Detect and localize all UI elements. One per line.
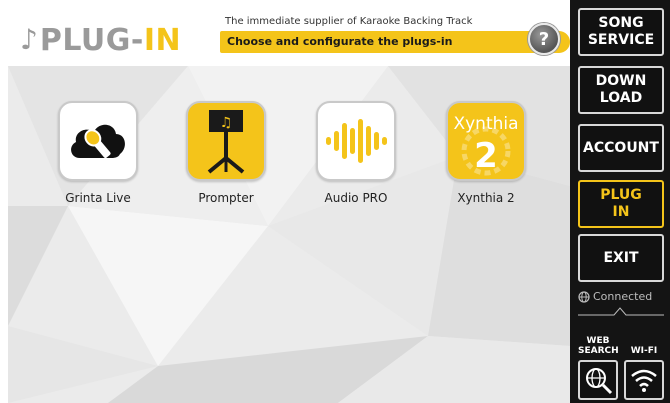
plugin-grid-area: Grinta Live ♫ Prompter Audio PRO Xynthia… bbox=[8, 66, 570, 403]
song-service-button[interactable]: SONG SERVICE bbox=[578, 8, 664, 56]
account-label: ACCOUNT bbox=[583, 139, 659, 156]
account-button[interactable]: ACCOUNT bbox=[578, 124, 664, 172]
wifi-label: WI-FI bbox=[630, 346, 658, 356]
app-window: ♪ PLUG- IN The immediate supplier of Kar… bbox=[0, 0, 670, 403]
plugin-icon-frame bbox=[58, 101, 138, 181]
plugin-icon-frame: ♫ bbox=[186, 101, 266, 181]
tagline: The immediate supplier of Karaoke Backin… bbox=[225, 16, 473, 27]
exit-button[interactable]: EXIT bbox=[578, 234, 664, 282]
web-search-label: WEB SEARCH bbox=[578, 336, 619, 356]
plugin-label: Grinta Live bbox=[65, 191, 131, 205]
plug-in-logo: ♪ PLUG- IN bbox=[20, 20, 181, 60]
logo-note-icon: ♪ bbox=[20, 22, 38, 56]
wifi-button[interactable] bbox=[624, 360, 664, 400]
plugin-label: Prompter bbox=[198, 191, 254, 205]
plug-in-label: PLUG IN bbox=[600, 187, 642, 220]
logo-text-plug: PLUG- bbox=[39, 22, 144, 58]
web-search-icon bbox=[586, 368, 613, 395]
audio-waveform-icon bbox=[326, 119, 387, 163]
plugin-icon-frame bbox=[316, 101, 396, 181]
connection-status-text: Connected bbox=[593, 290, 653, 303]
status-divider bbox=[578, 307, 664, 316]
exit-label: EXIT bbox=[603, 249, 639, 266]
wifi-icon bbox=[631, 369, 657, 392]
plugin-tile-grinta-live[interactable]: Grinta Live bbox=[48, 101, 148, 205]
plugin-icon-frame: Xynthia 2 bbox=[446, 101, 526, 181]
help-button[interactable]: ? bbox=[528, 23, 560, 55]
svg-text:♫: ♫ bbox=[220, 115, 233, 131]
xynthia-logo-icon: Xynthia 2 bbox=[453, 114, 518, 176]
subtitle-text: Choose and configurate the plugs-in bbox=[227, 35, 453, 48]
plugin-tile-prompter[interactable]: ♫ Prompter bbox=[176, 101, 276, 205]
connection-status: Connected bbox=[578, 290, 664, 303]
logo-text-in: IN bbox=[143, 22, 182, 58]
plug-in-button[interactable]: PLUG IN bbox=[578, 180, 664, 228]
plugin-label: Xynthia 2 bbox=[457, 191, 515, 205]
plugin-tile-xynthia-2[interactable]: Xynthia 2 Xynthia 2 bbox=[436, 101, 536, 205]
web-search-button[interactable] bbox=[578, 360, 618, 400]
subtitle-bar: Choose and configurate the plugs-in bbox=[220, 31, 570, 53]
cloud-microphone-icon bbox=[71, 124, 125, 159]
xynthia-logo-text: Xynthia bbox=[453, 114, 518, 134]
question-mark-icon: ? bbox=[538, 28, 550, 50]
plugin-label: Audio PRO bbox=[324, 191, 388, 205]
sidebar: SONG SERVICE DOWN LOAD ACCOUNT PLUG IN E… bbox=[570, 0, 670, 403]
song-service-label: SONG SERVICE bbox=[587, 15, 655, 48]
download-label: DOWN LOAD bbox=[595, 73, 647, 106]
music-stand-icon: ♫ bbox=[207, 110, 245, 174]
plugin-tile-audio-pro[interactable]: Audio PRO bbox=[306, 101, 406, 205]
header: ♪ PLUG- IN The immediate supplier of Kar… bbox=[8, 8, 570, 66]
xynthia-logo-number: 2 bbox=[474, 136, 498, 176]
download-button[interactable]: DOWN LOAD bbox=[578, 66, 664, 114]
globe-icon bbox=[578, 290, 590, 303]
